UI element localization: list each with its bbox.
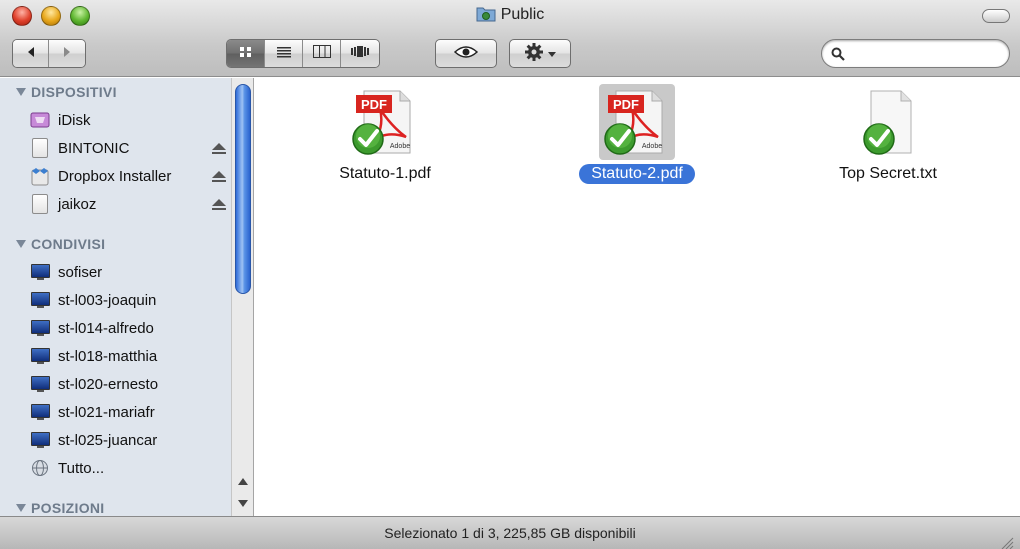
sidebar-scrollbar[interactable] [231,78,253,516]
status-text: Selezionato 1 di 3, 225,85 GB disponibil… [384,525,636,541]
sidebar-item-bintonic[interactable]: BINTONIC [30,136,226,160]
svg-text:PDF: PDF [613,97,639,112]
sidebar-item-dropbox-installer[interactable]: Dropbox Installer [30,164,226,188]
sidebar-item-st-l025-juancar[interactable]: st-l025-juancar [30,428,226,452]
gear-icon [524,42,544,65]
sidebar-item-st-l020-ernesto[interactable]: st-l020-ernesto [30,372,226,396]
sidebar-item-jaikoz[interactable]: jaikoz [30,192,226,216]
section-header-posizioni[interactable]: POSIZIONI [16,498,105,516]
eject-icon[interactable] [212,169,226,183]
search-icon [831,47,845,66]
sidebar-item-idisk[interactable]: iDisk [30,108,226,132]
column-view-icon [312,44,331,63]
monitor-icon [30,320,50,336]
list-view-icon [276,45,292,63]
disclosure-triangle-icon [16,504,26,512]
monitor-icon [30,376,50,392]
search-field[interactable] [821,39,1010,68]
status-bar: Selezionato 1 di 3, 225,85 GB disponibil… [0,516,1020,549]
idisk-icon [30,110,50,130]
monitor-icon [30,432,50,448]
window-title: Public [0,4,1020,26]
svg-text:PDF: PDF [361,97,387,112]
svg-text:Adobe: Adobe [390,143,410,150]
monitor-icon [30,348,50,364]
sidebar-item-st-l003-joaquin[interactable]: st-l003-joaquin [30,288,226,312]
action-menu-button[interactable] [509,39,571,68]
scroll-down-arrow-icon[interactable] [237,496,249,510]
window-title-label: Public [500,6,545,23]
quicklook-button[interactable] [435,39,497,68]
section-header-dispositivi[interactable]: DISPOSITIVI [16,82,117,102]
disk-icon [32,138,48,158]
search-input[interactable] [850,45,1000,63]
checkmark-badge-icon [863,123,895,155]
file-icon-wrapper [850,84,926,160]
icon-view-button[interactable] [227,40,265,67]
back-arrow-icon [25,45,37,63]
section-header-condivisi[interactable]: CONDIVISI [16,234,105,254]
eject-icon[interactable] [212,197,226,211]
resize-grip-icon[interactable] [1000,529,1014,549]
icon-view-icon [239,45,253,63]
eject-icon[interactable] [212,141,226,155]
file-name[interactable]: Statuto-1.pdf [327,164,443,184]
file-icon-wrapper: PDF Adobe [599,84,675,160]
chevron-down-icon [548,46,556,61]
file-item-top-secret[interactable]: Top Secret.txt [788,84,988,184]
disclosure-triangle-icon [16,88,26,96]
svg-text:Adobe: Adobe [642,143,662,150]
sidebar-item-st-l021-mariafr[interactable]: st-l021-mariafr [30,400,226,424]
file-icon-wrapper: PDF Adobe [347,84,423,160]
disk-icon [32,194,48,214]
sidebar-item-st-l014-alfredo[interactable]: st-l014-alfredo [30,316,226,340]
eye-icon [453,45,479,62]
sidebar-item-sofiser[interactable]: sofiser [30,260,226,284]
monitor-icon [30,264,50,280]
pdf-file-icon: PDF Adobe [604,90,663,155]
forward-button[interactable] [49,40,85,67]
monitor-icon [30,404,50,420]
coverflow-view-icon [350,45,370,63]
checkmark-badge-icon [352,123,384,155]
scroll-up-arrow-icon[interactable] [237,474,249,488]
file-browser-content: PDF Adobe Statuto-1.pdf PDF Adobe Statut… [255,78,1020,516]
text-file-icon [863,90,912,155]
forward-arrow-icon [61,45,73,63]
public-folder-icon [476,5,496,29]
dropbox-installer-icon [30,166,50,186]
file-name[interactable]: Statuto-2.pdf [579,164,695,184]
file-item-statuto-1[interactable]: PDF Adobe Statuto-1.pdf [285,84,485,184]
scrollbar-thumb[interactable] [235,84,251,294]
pdf-file-icon: PDF Adobe [352,90,411,155]
list-view-button[interactable] [265,40,303,67]
view-segment [226,39,380,68]
monitor-icon [30,292,50,308]
toolbar-toggle-button[interactable] [982,9,1010,23]
file-item-statuto-2[interactable]: PDF Adobe Statuto-2.pdf [537,84,737,184]
back-button[interactable] [13,40,49,67]
sidebar-item-tutto[interactable]: Tutto... [30,456,226,480]
titlebar: Public [0,0,1020,77]
coverflow-view-button[interactable] [341,40,379,67]
checkmark-badge-icon [604,123,636,155]
file-name[interactable]: Top Secret.txt [827,164,949,184]
network-globe-icon [30,458,50,478]
finder-window: Public DISPOSITIVI iDisk BINTONIC Dropbo… [0,0,1020,549]
sidebar-item-st-l018-matthia[interactable]: st-l018-matthia [30,344,226,368]
column-view-button[interactable] [303,40,341,67]
nav-segment [12,39,86,68]
sidebar: DISPOSITIVI iDisk BINTONIC Dropbox Insta… [0,78,254,516]
disclosure-triangle-icon [16,240,26,248]
